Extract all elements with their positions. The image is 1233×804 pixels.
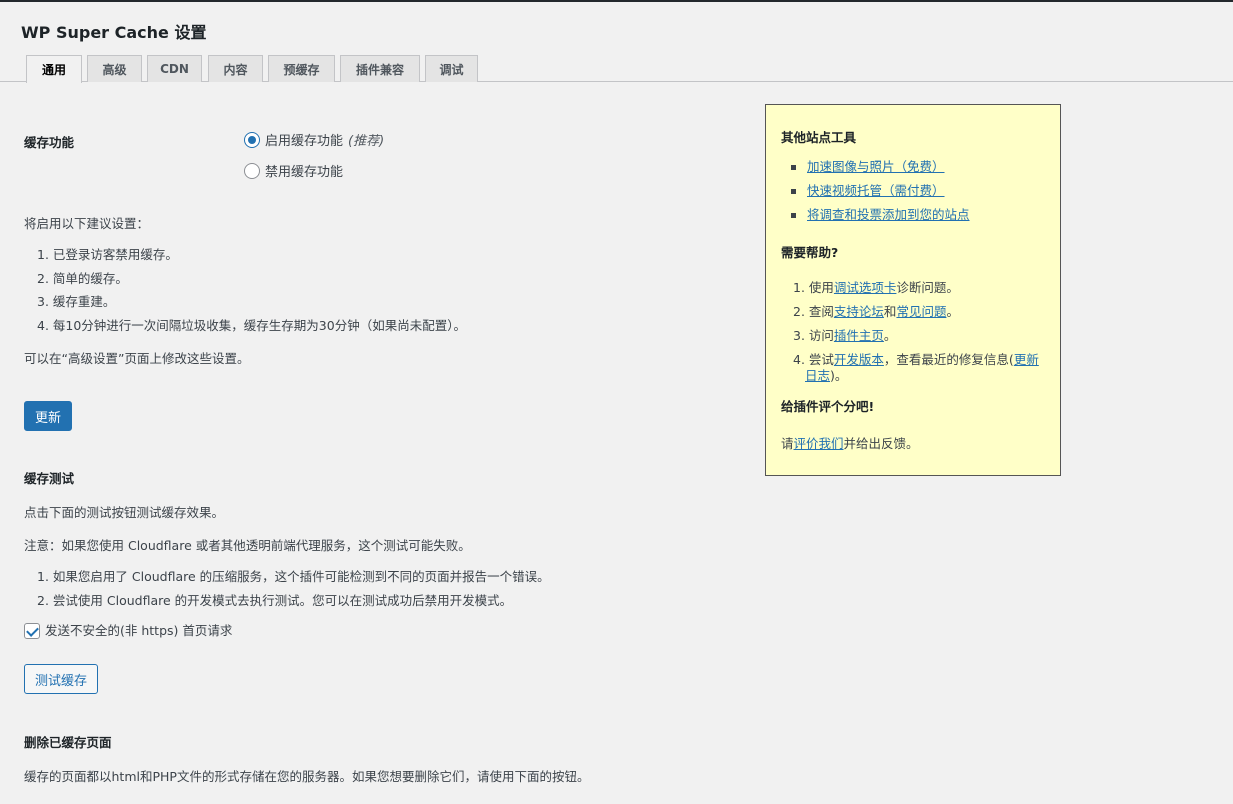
caching-off-radio[interactable] bbox=[244, 162, 260, 179]
insecure-request-label: 发送不安全的(非 https) 首页请求 bbox=[45, 623, 233, 638]
caching-off-option[interactable]: 禁用缓存功能 bbox=[244, 161, 343, 180]
faq-link[interactable]: 常见问题 bbox=[896, 304, 946, 319]
recommend-intro: 将启用以下建议设置： bbox=[24, 216, 150, 231]
rate-us-link[interactable]: 评价我们 bbox=[794, 436, 844, 451]
tools-item: 加速图像与照片（免费） bbox=[781, 159, 1045, 183]
help-list: 1. 使用调试选项卡诊断问题。 2. 查阅支持论坛和常见问题。 3. 访问插件主… bbox=[793, 280, 1045, 384]
tab-plugins[interactable]: 插件兼容 bbox=[340, 55, 420, 82]
plugin-home-link[interactable]: 插件主页 bbox=[834, 328, 884, 343]
list-item: 3. 访问插件主页。 bbox=[793, 328, 1045, 352]
help-text: 2. 查阅 bbox=[793, 304, 834, 319]
dev-version-link[interactable]: 开发版本 bbox=[834, 352, 884, 367]
page-title: WP Super Cache 设置 bbox=[21, 19, 206, 43]
tab-advanced[interactable]: 高级 bbox=[87, 55, 142, 82]
rate-text: 请评价我们并给出反馈。 bbox=[781, 436, 1045, 452]
page-title-prefix: WP Super Cache bbox=[21, 23, 169, 42]
caching-on-label: 启用缓存功能 bbox=[265, 134, 344, 149]
caching-label: 缓存功能 bbox=[24, 135, 75, 150]
list-item: 2. 简单的缓存。 bbox=[37, 270, 128, 286]
list-item: 1. 如果您启用了 Cloudflare 的压缩服务，这个插件可能检测到不同的页… bbox=[37, 569, 550, 584]
help-text: )。 bbox=[830, 368, 848, 383]
help-text: 。 bbox=[946, 304, 959, 319]
tools-heading: 其他站点工具 bbox=[781, 130, 857, 145]
help-text: 和 bbox=[883, 304, 897, 319]
tab-cdn[interactable]: CDN bbox=[147, 55, 202, 82]
cache-test-list: 1. 如果您启用了 Cloudflare 的压缩服务，这个插件可能检测到不同的页… bbox=[37, 569, 550, 617]
tab-debug[interactable]: 调试 bbox=[425, 55, 478, 82]
recommend-footer: 可以在“高级设置”页面上修改这些设置。 bbox=[24, 351, 250, 366]
tools-list: 加速图像与照片（免费） 快速视频托管（需付费） 将调查和投票添加到您的站点 bbox=[781, 159, 1045, 231]
list-item: 1. 使用调试选项卡诊断问题。 bbox=[793, 280, 1045, 304]
tool-link-images[interactable]: 加速图像与照片（免费） bbox=[807, 159, 945, 174]
rate-heading: 给插件评个分吧! bbox=[781, 399, 875, 414]
cache-test-heading: 缓存测试 bbox=[24, 471, 75, 486]
list-item: 2. 查阅支持论坛和常见问题。 bbox=[793, 304, 1045, 328]
delete-cache-desc: 缓存的页面都以html和PHP文件的形式存储在您的服务器。如果您想要删除它们，请… bbox=[24, 769, 590, 784]
caching-off-label: 禁用缓存功能 bbox=[265, 165, 344, 180]
rate-text-pre: 请 bbox=[781, 436, 794, 451]
tool-link-video[interactable]: 快速视频托管（需付费） bbox=[807, 183, 945, 198]
tab-preload[interactable]: 预缓存 bbox=[268, 55, 335, 82]
list-item: 4. 尝试开发版本，查看最近的修复信息(更新日志)。 bbox=[793, 352, 1045, 384]
recommend-list: 1. 已登录访客禁用缓存。 2. 简单的缓存。 3. 缓存重建。 4. 每10分… bbox=[37, 247, 466, 341]
help-text: ，查看最近的修复信息( bbox=[883, 352, 1014, 367]
help-text: 。 bbox=[883, 328, 897, 343]
page-title-suffix: 设置 bbox=[168, 23, 207, 42]
cache-test-note: 注意：如果您使用 Cloudflare 或者其他透明前端代理服务，这个测试可能失… bbox=[24, 538, 471, 553]
help-text: 诊断问题。 bbox=[896, 280, 959, 295]
insecure-request-option[interactable]: 发送不安全的(非 https) 首页请求 bbox=[24, 623, 232, 639]
debug-tab-link[interactable]: 调试选项卡 bbox=[834, 280, 897, 295]
delete-cache-heading: 删除已缓存页面 bbox=[24, 735, 112, 750]
tab-contents[interactable]: 内容 bbox=[208, 55, 263, 82]
list-item: 3. 缓存重建。 bbox=[37, 294, 116, 309]
cache-test-desc: 点击下面的测试按钮测试缓存效果。 bbox=[24, 505, 225, 520]
tools-item: 快速视频托管（需付费） bbox=[781, 183, 1045, 207]
sidebar-box: 其他站点工具 加速图像与照片（免费） 快速视频托管（需付费） 将调查和投票添加到… bbox=[765, 104, 1061, 476]
list-item: 4. 每10分钟进行一次间隔垃圾收集，缓存生存期为30分钟（如果尚未配置）。 bbox=[37, 317, 466, 333]
list-item: 1. 已登录访客禁用缓存。 bbox=[37, 247, 178, 262]
support-forum-link[interactable]: 支持论坛 bbox=[834, 304, 884, 319]
tool-link-polls[interactable]: 将调查和投票添加到您的站点 bbox=[807, 207, 970, 222]
test-cache-button[interactable]: 测试缓存 bbox=[24, 664, 98, 694]
help-heading: 需要帮助? bbox=[781, 245, 839, 260]
help-text: 1. 使用 bbox=[793, 280, 834, 295]
caching-on-radio[interactable] bbox=[244, 131, 260, 148]
update-button[interactable]: 更新 bbox=[24, 401, 72, 431]
tools-item: 将调查和投票添加到您的站点 bbox=[781, 207, 1045, 231]
caching-on-note: (推荐) bbox=[348, 134, 385, 149]
help-text: 4. 尝试 bbox=[793, 352, 834, 367]
help-text: 3. 访问 bbox=[793, 328, 834, 343]
rate-text-post: 并给出反馈。 bbox=[843, 436, 919, 451]
list-item: 2. 尝试使用 Cloudflare 的开发模式去执行测试。您可以在测试成功后禁… bbox=[37, 593, 513, 608]
settings-tabs: 通用 高级 CDN 内容 预缓存 插件兼容 调试 bbox=[0, 55, 1233, 83]
tab-general[interactable]: 通用 bbox=[26, 55, 82, 83]
caching-on-option[interactable]: 启用缓存功能 (推荐) bbox=[244, 130, 384, 149]
insecure-request-checkbox[interactable] bbox=[24, 623, 40, 639]
